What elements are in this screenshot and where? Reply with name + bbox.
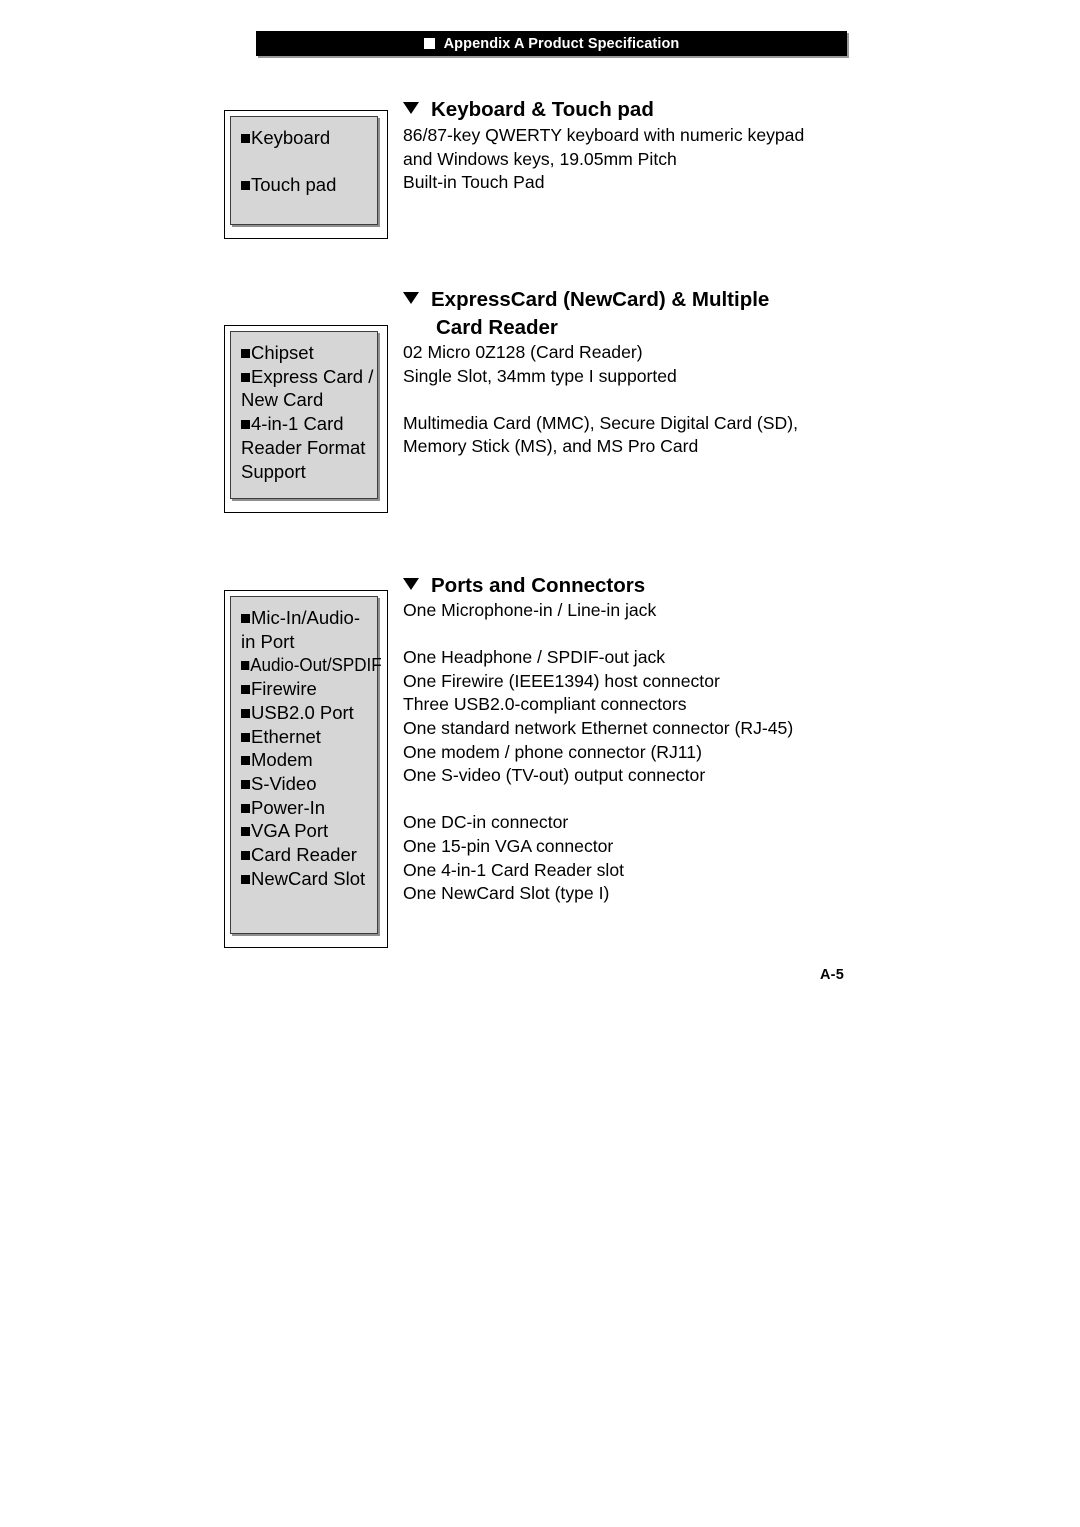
label-text: Modem	[251, 749, 313, 771]
body-line: Multimedia Card (MMC), Secure Digital Ca…	[403, 412, 798, 433]
label-text: Audio-Out/SPDIF	[250, 654, 382, 676]
label-text: USB2.0 Port	[251, 701, 354, 723]
section-body-keyboard-touchpad: 86/87-key QWERTY keyboard with numeric k…	[403, 124, 804, 195]
label-text: VGA Port	[251, 820, 329, 842]
label-text: Keyboard	[251, 127, 331, 148]
label-text: Firewire	[251, 678, 317, 700]
label-item: VGA Port	[241, 819, 371, 843]
label-item: Modem	[241, 748, 371, 772]
square-bullet-icon	[241, 874, 250, 884]
label-item-continuation: Reader Format	[241, 436, 366, 458]
body-line: and Windows keys, 19.05mm Pitch	[403, 148, 677, 169]
label-item: Chipset	[241, 341, 371, 365]
body-line: One modem / phone connector (RJ11)	[403, 741, 702, 762]
page-header-banner: Appendix A Product Specification	[256, 31, 847, 56]
square-bullet-icon	[241, 661, 250, 671]
label-item-continuation: New Card	[241, 389, 324, 411]
section-body-expresscard: 02 Micro 0Z128 (Card Reader) Single Slot…	[403, 341, 798, 459]
label-text: S-Video	[251, 772, 317, 794]
body-line-spacer	[403, 388, 798, 412]
label-item: Mic-In/Audio-	[241, 606, 371, 630]
square-bullet-icon	[241, 372, 250, 382]
label-box-keyboard-touchpad: Keyboard Touch pad	[224, 110, 388, 239]
body-line: One standard network Ethernet connector …	[403, 717, 794, 738]
label-item: 4-in-1 Card	[241, 412, 371, 436]
square-bullet-icon	[241, 779, 250, 789]
label-item: Firewire	[241, 677, 371, 701]
label-box-inner: Keyboard Touch pad	[230, 116, 378, 225]
label-box-inner: Chipset Express Card / New Card 4-in-1 C…	[230, 331, 378, 499]
body-line: One 15-pin VGA connector	[403, 835, 614, 856]
square-bullet-icon	[241, 803, 250, 813]
square-bullet-icon	[241, 685, 250, 695]
label-text: Mic-In/Audio-	[251, 607, 360, 628]
heading-text: Ports and Connectors	[431, 574, 646, 597]
square-bullet-icon	[241, 827, 250, 837]
square-bullet-icon	[241, 349, 250, 358]
section-heading-ports: Ports and Connectors	[403, 572, 645, 600]
label-text: Card Reader	[251, 844, 357, 866]
label-item: NewCard Slot	[241, 867, 371, 891]
heading-text-line2: Card Reader	[436, 316, 558, 339]
label-box-expresscard: Chipset Express Card / New Card 4-in-1 C…	[224, 325, 388, 513]
label-box-inner: Mic-In/Audio- in Port Audio-Out/SPDIF Fi…	[230, 596, 382, 934]
label-text: Ethernet	[251, 725, 321, 747]
square-bullet-icon	[241, 851, 250, 861]
square-bullet-icon	[241, 756, 250, 766]
label-item: Card Reader	[241, 843, 371, 867]
label-text: Chipset	[251, 342, 314, 363]
body-line: 02 Micro 0Z128 (Card Reader)	[403, 342, 643, 362]
label-item: Power-In	[241, 796, 371, 820]
triangle-down-icon	[403, 292, 419, 304]
triangle-down-icon	[403, 578, 419, 590]
white-square-bullet-icon	[423, 38, 435, 49]
body-line: Memory Stick (MS), and MS Pro Card	[403, 436, 699, 457]
section-heading-keyboard-touchpad: Keyboard & Touch pad	[403, 96, 654, 124]
body-line: One NewCard Slot (type I)	[403, 883, 610, 904]
label-text: Touch pad	[251, 174, 337, 196]
label-item: USB2.0 Port	[241, 701, 371, 725]
label-item: S-Video	[241, 772, 371, 796]
label-item: Audio-Out/SPDIF	[241, 653, 382, 677]
label-item-continuation: Support	[241, 460, 306, 482]
section-heading-expresscard: ExpressCard (NewCard) & Multiple Card Re…	[403, 286, 769, 342]
body-line: One 4-in-1 Card Reader slot	[403, 859, 625, 880]
square-bullet-icon	[241, 732, 250, 742]
label-item: Express Card /	[241, 365, 374, 389]
body-line: Built-in Touch Pad	[403, 172, 545, 193]
label-text: 4-in-1 Card	[251, 413, 344, 435]
square-bullet-icon	[241, 614, 250, 623]
body-line: One Firewire (IEEE1394) host connector	[403, 670, 720, 691]
square-bullet-icon	[241, 420, 250, 430]
body-line: Single Slot, 34mm type I supported	[403, 365, 677, 386]
body-line: One Microphone-in / Line-in jack	[403, 600, 657, 620]
page-number: A-5	[820, 967, 844, 983]
square-bullet-icon	[241, 181, 250, 191]
label-text: Express Card /	[251, 365, 374, 387]
body-line: Three USB2.0-compliant connectors	[403, 694, 687, 715]
body-line: One S-video (TV-out) output connector	[403, 765, 706, 786]
body-line: One Headphone / SPDIF-out jack	[403, 647, 666, 668]
label-text: NewCard Slot	[251, 867, 366, 889]
body-line-spacer	[403, 788, 793, 812]
triangle-down-icon	[403, 102, 419, 114]
label-item: Touch pad	[241, 173, 371, 197]
section-body-ports: One Microphone-in / Line-in jack One Hea…	[403, 599, 793, 906]
label-item: Keyboard	[241, 126, 371, 150]
label-item: Ethernet	[241, 725, 371, 749]
heading-text: ExpressCard (NewCard) & Multiple	[431, 288, 770, 311]
page-header-title: Appendix A Product Specification	[443, 35, 680, 52]
label-box-ports: Mic-In/Audio- in Port Audio-Out/SPDIF Fi…	[224, 590, 388, 948]
body-line: One DC-in connector	[403, 812, 569, 833]
label-spacer	[241, 150, 371, 174]
label-text: Power-In	[251, 796, 326, 818]
square-bullet-icon	[241, 708, 250, 718]
heading-text: Keyboard & Touch pad	[431, 98, 654, 121]
body-line: 86/87-key QWERTY keyboard with numeric k…	[403, 125, 805, 145]
label-item-continuation: in Port	[241, 630, 295, 652]
body-line-spacer	[403, 623, 793, 647]
square-bullet-icon	[241, 134, 250, 143]
